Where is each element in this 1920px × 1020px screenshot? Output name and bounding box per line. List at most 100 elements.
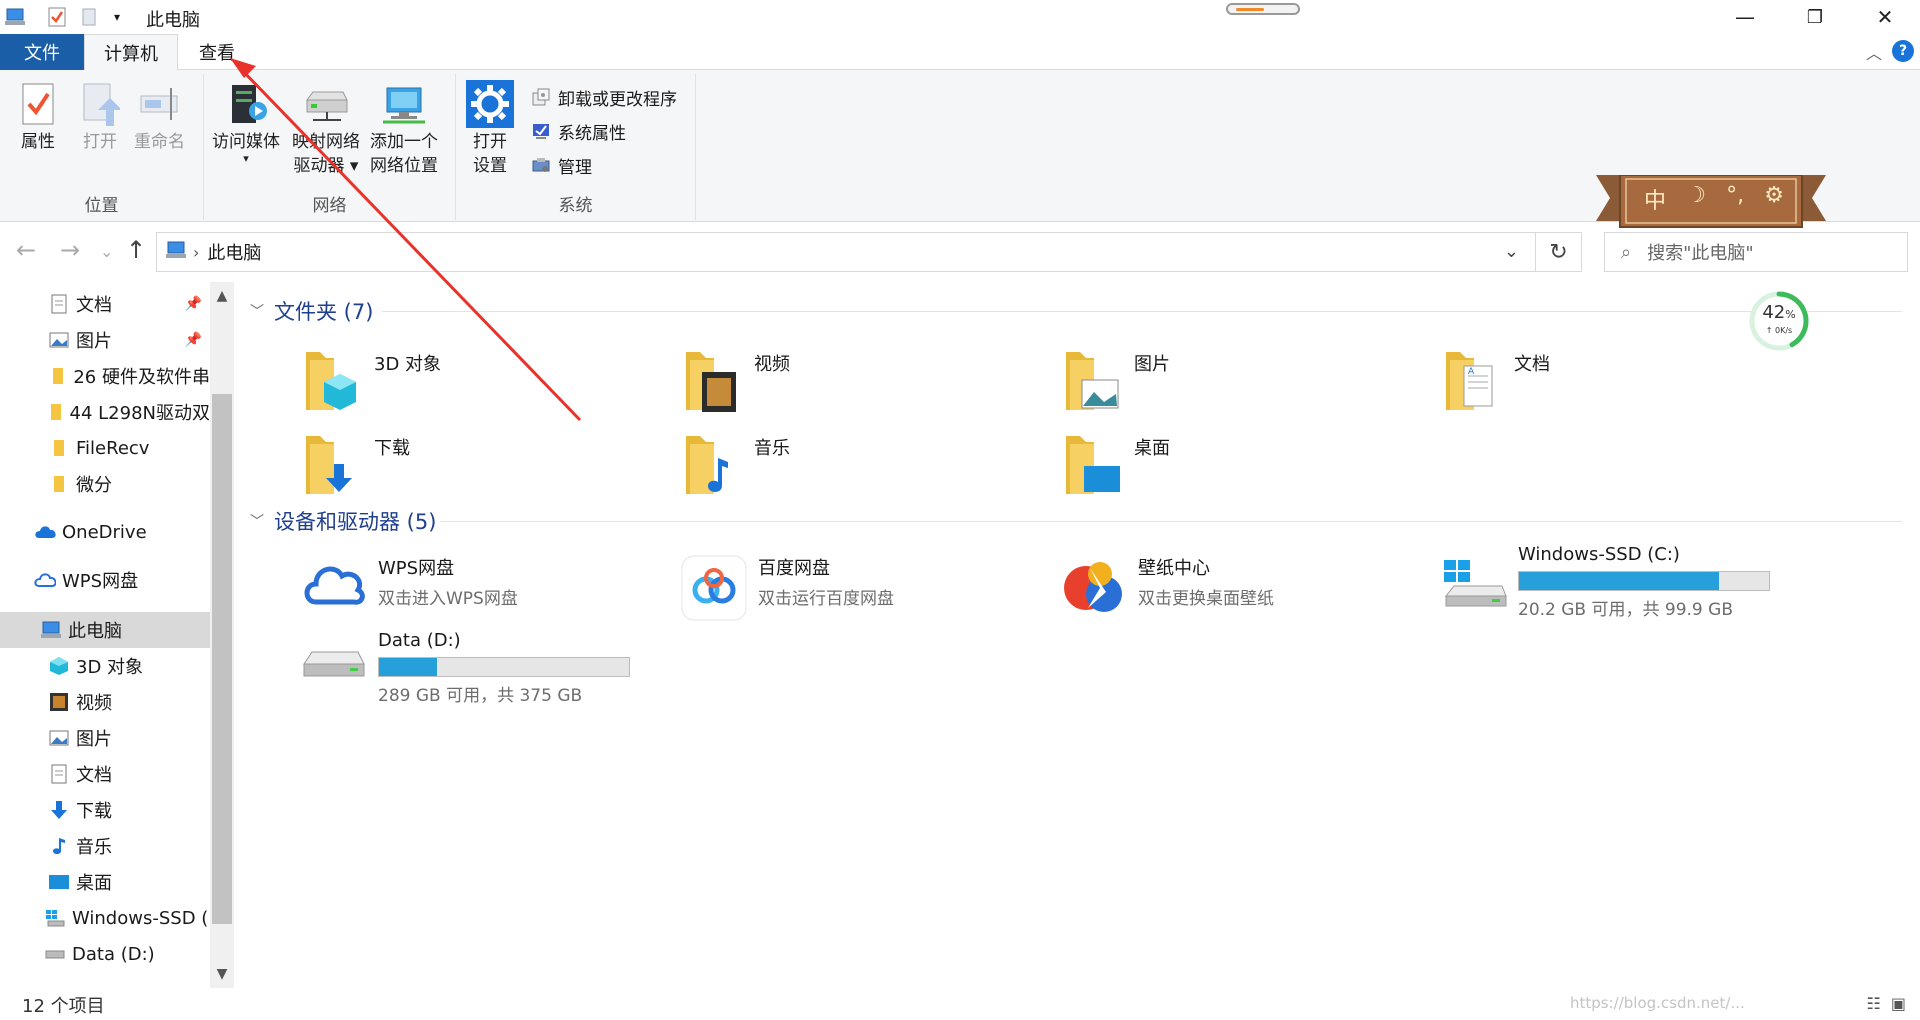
nav-item[interactable]: 图片 (0, 720, 210, 756)
help-icon[interactable]: ? (1892, 40, 1914, 62)
maximize-button[interactable]: ❐ (1780, 0, 1850, 34)
device-name: 壁纸中心 (1138, 558, 1210, 579)
recent-locations-button[interactable]: ⌄ (100, 242, 113, 261)
nav-item[interactable]: Windows-SSD ( (0, 900, 210, 936)
access-media-label: 访问媒体 (212, 132, 280, 152)
breadcrumb-this-pc[interactable]: 此电脑 (207, 239, 261, 265)
folder-3d-objects[interactable]: 3D 对象 (300, 344, 650, 424)
nav-item[interactable]: 26 硬件及软件串 (0, 358, 210, 394)
scroll-down-arrow[interactable]: ▼ (210, 966, 234, 982)
windows-drive-icon (1440, 556, 1508, 624)
speed-percent: 42 (1762, 302, 1786, 323)
refresh-button[interactable]: ↻ (1536, 232, 1582, 272)
folders-group-header[interactable]: ﹀ 文件夹 (7) (250, 296, 373, 326)
network-location-icon (380, 80, 428, 128)
folder-name: 文档 (1514, 354, 1550, 375)
scroll-thumb[interactable] (212, 394, 232, 924)
scroll-up-arrow[interactable]: ▲ (210, 288, 234, 304)
nav-item[interactable]: 44 L298N驱动双 (0, 394, 210, 430)
documents-icon (48, 293, 70, 315)
skin-widget[interactable]: 中 ☽ °, ⚙ (1596, 174, 1826, 231)
customize-qat-icon[interactable]: ▾ (108, 5, 126, 29)
map-network-drive-button[interactable]: 映射网络 驱动器 ▾ (292, 80, 360, 178)
tab-computer[interactable]: 计算机 (84, 34, 178, 70)
watermark-text: https://blog.csdn.net/... (1570, 994, 1745, 1012)
address-dropdown-icon[interactable]: ⌄ (1504, 241, 1519, 262)
folder-music[interactable]: 音乐 (680, 428, 1030, 508)
forward-button[interactable]: → (60, 236, 80, 264)
details-view-icon[interactable]: ☷ (1867, 994, 1881, 1013)
tab-view[interactable]: 查看 (180, 34, 254, 70)
floating-pill-widget[interactable] (1226, 3, 1300, 15)
drive-d[interactable]: Data (D:) 289 GB 可用，共 375 GB (300, 630, 720, 710)
device-wps-cloud[interactable]: WPS网盘 双击进入WPS网盘 (300, 554, 660, 634)
nav-item[interactable]: 桌面 (0, 864, 210, 900)
punctuation-icon[interactable]: °, (1726, 183, 1744, 215)
minimize-button[interactable]: — (1710, 0, 1780, 34)
nav-item[interactable]: 下载 (0, 792, 210, 828)
search-box[interactable]: ⌕ 搜索"此电脑" (1604, 232, 1908, 272)
nav-item[interactable]: FileRecv (0, 430, 210, 466)
hard-drive-icon (300, 644, 368, 712)
nav-item[interactable]: 此电脑 (0, 612, 210, 648)
drive-c[interactable]: Windows-SSD (C:) 20.2 GB 可用，共 99.9 GB (1440, 544, 1860, 624)
nav-item[interactable]: 视频 (0, 684, 210, 720)
close-button[interactable]: ✕ (1850, 0, 1920, 34)
access-media-button[interactable]: 访问媒体 ▾ (212, 80, 280, 164)
address-box[interactable]: › 此电脑 ⌄ (156, 232, 1536, 272)
folder-videos[interactable]: 视频 (680, 344, 1030, 424)
status-bar: 12 个项目 https://blog.csdn.net/... ☷ ▣ (0, 988, 1920, 1020)
folder-name: 下载 (374, 438, 410, 459)
open-settings-button[interactable]: 打开 设置 (466, 80, 514, 178)
new-folder-quick-icon[interactable] (78, 5, 100, 29)
folder-name: 图片 (1134, 354, 1170, 375)
add-network-location-button[interactable]: 添加一个 网络位置 (370, 80, 438, 178)
nav-item[interactable]: 文档 📌 (0, 286, 210, 322)
pin-icon[interactable]: 📌 (185, 332, 202, 348)
up-button[interactable]: ↑ (126, 236, 146, 264)
open-button[interactable]: 打开 (76, 80, 124, 154)
nav-item[interactable]: WPS网盘 (0, 562, 210, 598)
devices-group-header[interactable]: ﹀ 设备和驱动器 (5) (250, 506, 436, 536)
nav-item[interactable]: 图片 📌 (0, 322, 210, 358)
folder-desktop[interactable]: 桌面 (1060, 428, 1410, 508)
folder-pictures[interactable]: 图片 (1060, 344, 1410, 424)
properties-quick-icon[interactable] (44, 5, 70, 29)
manage-button[interactable]: 管理 (530, 150, 592, 180)
skin-char-zh[interactable]: 中 (1644, 183, 1666, 215)
moon-icon[interactable]: ☽ (1686, 183, 1706, 215)
folder-downloads[interactable]: 下载 (300, 428, 650, 508)
drive-capacity: 289 GB 可用，共 375 GB (378, 686, 583, 706)
large-icons-view-icon[interactable]: ▣ (1891, 994, 1906, 1013)
pin-icon[interactable]: 📌 (185, 296, 202, 312)
nav-item[interactable]: 3D 对象 (0, 648, 210, 684)
folder-documents[interactable]: A 文档 (1440, 344, 1790, 424)
device-wallpaper-center[interactable]: 壁纸中心 双击更换桌面壁纸 (1060, 554, 1420, 634)
nav-item[interactable]: 音乐 (0, 828, 210, 864)
network-speed-widget[interactable]: 42% ↑ 0K/s (1748, 290, 1810, 352)
nav-item[interactable]: 文档 (0, 756, 210, 792)
nav-item[interactable]: OneDrive (0, 514, 210, 550)
collapse-ribbon-icon[interactable]: ︿ (1866, 40, 1882, 64)
properties-button[interactable]: 属性 (14, 80, 62, 154)
drive-capacity: 20.2 GB 可用，共 99.9 GB (1518, 600, 1733, 620)
nav-item-label: OneDrive (62, 521, 147, 543)
music-folder-icon (680, 428, 744, 500)
device-baidu-netdisk[interactable]: 百度网盘 双击运行百度网盘 (680, 554, 1040, 634)
group-label-network: 网络 (312, 196, 347, 216)
computer-icon[interactable] (2, 5, 28, 29)
nav-item[interactable]: Data (D:) (0, 936, 210, 972)
settings-icon[interactable]: ⚙ (1764, 183, 1784, 215)
uninstall-program-button[interactable]: 卸载或更改程序 (530, 82, 677, 112)
folder-name: 视频 (754, 354, 790, 375)
uninstall-icon (530, 86, 552, 108)
nav-scrollbar[interactable]: ▲ ▼ (210, 282, 234, 988)
system-properties-button[interactable]: 系统属性 (530, 116, 626, 146)
nav-item[interactable]: 微分 (0, 466, 210, 502)
onedrive-icon (34, 521, 56, 543)
back-button[interactable]: ← (16, 236, 36, 264)
pictures-icon (48, 329, 70, 351)
folder-icon (48, 401, 64, 423)
rename-button[interactable]: 重命名 (134, 80, 185, 154)
tab-file[interactable]: 文件 (0, 34, 84, 70)
